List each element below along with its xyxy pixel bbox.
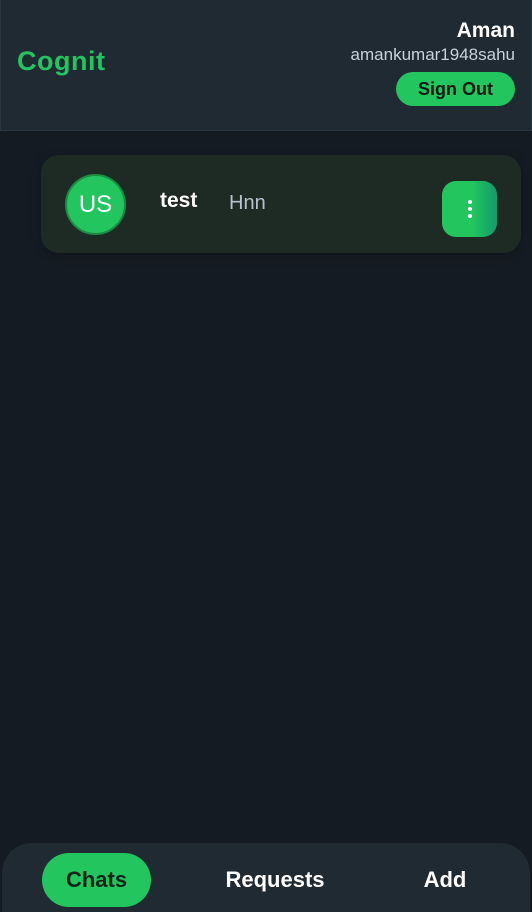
chat-list-item[interactable]: US test Hnn [41,155,521,253]
chat-last-message: Hnn [229,192,266,214]
avatar: US [65,174,126,235]
tab-add[interactable]: Add [407,853,483,907]
chat-name: test [160,189,198,212]
tab-requests[interactable]: Requests [205,853,345,907]
user-info: Aman amankumar1948sahu Sign Out [351,18,515,106]
bottom-navigation: Chats Requests Add [2,843,530,912]
sign-out-button[interactable]: Sign Out [396,72,515,106]
more-vertical-icon [467,200,472,218]
user-name: Aman [456,19,515,42]
top-header: Cognit Aman amankumar1948sahu Sign Out [0,0,532,131]
app-root: Cognit Aman amankumar1948sahu Sign Out U… [0,0,532,912]
user-handle: amankumar1948sahu [350,45,515,64]
tab-chats[interactable]: Chats [42,853,151,907]
brand-logo-text: Cognit [17,46,106,76]
chat-options-button[interactable] [442,181,497,237]
